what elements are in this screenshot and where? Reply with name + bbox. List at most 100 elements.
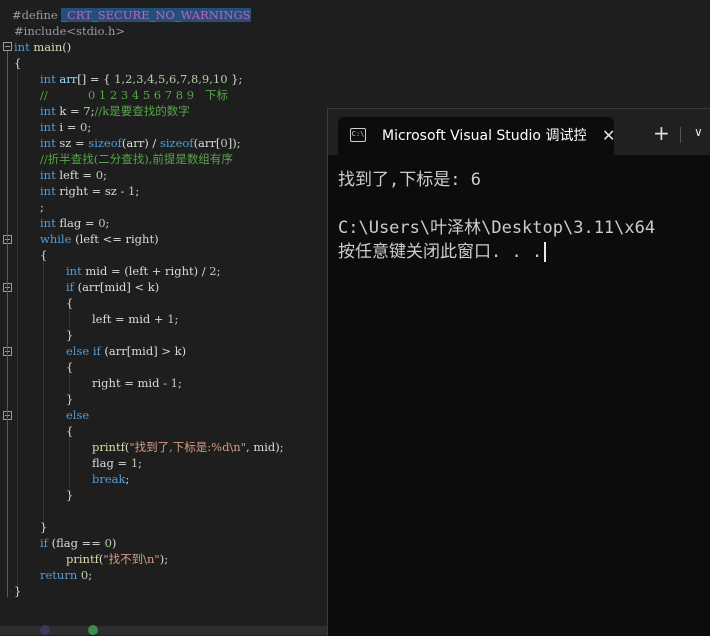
code-line-21[interactable]: } [66, 327, 73, 343]
console-output-line-3: C:\Users\叶泽林\Desktop\3.11\x64 [338, 218, 656, 238]
token-number: 0 [220, 136, 228, 150]
code-line-12[interactable]: int right = sz - 1; [40, 183, 139, 199]
code-line-27[interactable]: { [66, 423, 73, 439]
code-line-35[interactable]: return 0; [40, 567, 92, 583]
token-text: flag = [55, 216, 99, 230]
code-line-8[interactable]: int i = 0; [40, 119, 91, 135]
code-line-24[interactable]: right = mid - 1; [92, 375, 182, 391]
code-line-7[interactable]: int k = 7;//k是要查找的数字 [40, 103, 190, 119]
terminal-tab[interactable]: C:\ Microsoft Visual Studio 调试控制台 ✕ [338, 117, 615, 155]
code-line-26[interactable]: else [66, 407, 89, 423]
code-line-17[interactable]: int mid = (left + right) / 2; [66, 263, 221, 279]
code-line-33[interactable]: if (flag == 0) [40, 535, 116, 551]
console-output-line-4: 按任意键关闭此窗口. . . [338, 240, 547, 264]
token-text: sz = [55, 136, 89, 150]
token-text: right = sz - [55, 184, 129, 198]
token-text: (arr) / [121, 136, 160, 150]
token-number: 0 [98, 216, 106, 230]
code-line-14[interactable]: int flag = 0; [40, 215, 109, 231]
code-line-29[interactable]: flag = 1; [92, 455, 142, 471]
token-brace: } [40, 520, 48, 534]
token-macro-selected: _CRT_SECURE_NO_WARNINGS [61, 8, 251, 22]
indent-guide [69, 432, 70, 494]
token-number: 1 [167, 312, 175, 326]
token-brace: { [66, 424, 74, 438]
code-line-19[interactable]: { [66, 295, 73, 311]
debug-console-window[interactable]: C:\ Microsoft Visual Studio 调试控制台 ✕ + ∨ … [327, 108, 710, 636]
token-number: 1 [170, 376, 178, 390]
terminal-titlebar[interactable]: C:\ Microsoft Visual Studio 调试控制台 ✕ + ∨ [328, 109, 710, 155]
token-keyword: int [40, 136, 56, 150]
token-text: ; [138, 456, 143, 470]
code-line-15[interactable]: while (left <= right) [40, 231, 159, 247]
token-text: ; [87, 120, 92, 134]
token-text: ; [88, 568, 93, 582]
new-tab-button[interactable]: + [653, 123, 670, 143]
code-line-30[interactable]: break; [92, 471, 129, 487]
token-comment: //k是要查找的数字 [94, 104, 190, 118]
token-function: printf [66, 552, 99, 566]
code-line-9[interactable]: int sz = sizeof(arr) / sizeof(arr[0]); [40, 135, 241, 151]
token-number: 7 [83, 104, 91, 118]
token-keyword: int [40, 168, 56, 182]
token-text: left = mid + [92, 312, 168, 326]
token-include: #include<stdio.h> [14, 24, 126, 38]
code-line-28[interactable]: printf("找到了,下标是:%d\n", mid); [92, 439, 284, 455]
code-line-18[interactable]: if (arr[mid] < k) [66, 279, 159, 295]
chevron-down-icon[interactable]: ∨ [694, 125, 703, 139]
code-line-22[interactable]: else if (arr[mid] > k) [66, 343, 186, 359]
code-line-2[interactable]: #include<stdio.h> [14, 23, 125, 39]
code-line-6[interactable]: // 0 1 2 3 4 5 6 7 8 9 下标 [40, 87, 228, 103]
token-text: ; [216, 264, 221, 278]
code-line-10[interactable]: //折半查找(二分查找),前提是数组有序 [40, 151, 233, 167]
token-text: ; [103, 168, 107, 182]
code-line-32[interactable]: } [40, 519, 47, 535]
indent-guide [43, 256, 44, 528]
token-number: 0 [95, 168, 104, 182]
token-keyword: while [40, 232, 72, 246]
token-keyword: int [66, 264, 82, 278]
code-line-4[interactable]: { [14, 55, 21, 71]
token-text: ); [159, 552, 169, 566]
token-text: k = [55, 104, 84, 118]
token-var: arr [55, 72, 78, 86]
token-text: }; [227, 72, 243, 86]
token-keyword: sizeof [159, 136, 194, 150]
token-text: ; [177, 376, 182, 390]
code-line-25[interactable]: } [66, 391, 73, 407]
token-text: (flag == [47, 536, 105, 550]
status-ok-icon [88, 625, 98, 635]
token-brace: { [40, 248, 48, 262]
token-keyword: int [40, 184, 56, 198]
code-line-16[interactable]: { [40, 247, 47, 263]
console-prompt-text: 按任意键关闭此窗口. . . [338, 242, 543, 262]
fold-toggle-main[interactable] [3, 42, 12, 51]
code-line-5[interactable]: int arr[] = { 1,2,3,4,5,6,7,8,9,10 }; [40, 71, 242, 87]
code-line-34[interactable]: printf("找不到\n"); [66, 551, 168, 567]
close-tab-button[interactable]: ✕ [602, 126, 615, 145]
code-line-23[interactable]: { [66, 359, 73, 375]
token-text: ; [105, 216, 110, 230]
code-line-13[interactable]: ; [40, 199, 44, 215]
token-text: left = [55, 168, 96, 182]
token-keyword: int [40, 104, 56, 118]
code-line-20[interactable]: left = mid + 1; [92, 311, 178, 327]
code-line-11[interactable]: int left = 0; [40, 167, 107, 183]
token-text: ; [135, 184, 140, 198]
token-brace: } [66, 328, 74, 342]
token-text: i = [55, 120, 80, 134]
token-string: "找不到\n" [103, 552, 160, 566]
token-text: flag = [92, 456, 131, 470]
code-line-3[interactable]: int main() [14, 39, 71, 55]
code-line-36[interactable]: } [14, 583, 21, 599]
token-function: main() [29, 40, 72, 54]
token-comment: // 0 1 2 3 4 5 6 7 8 9 下标 [40, 88, 228, 102]
token-keyword: else if [66, 344, 101, 358]
token-text: , mid); [246, 440, 284, 454]
code-line-1[interactable]: #define _CRT_SECURE_NO_WARNINGS [12, 7, 251, 23]
token-keyword: if [66, 280, 74, 294]
token-keyword: int [40, 72, 56, 86]
token-keyword: int [14, 40, 30, 54]
code-line-31[interactable]: } [66, 487, 73, 503]
token-keyword: int [40, 120, 56, 134]
